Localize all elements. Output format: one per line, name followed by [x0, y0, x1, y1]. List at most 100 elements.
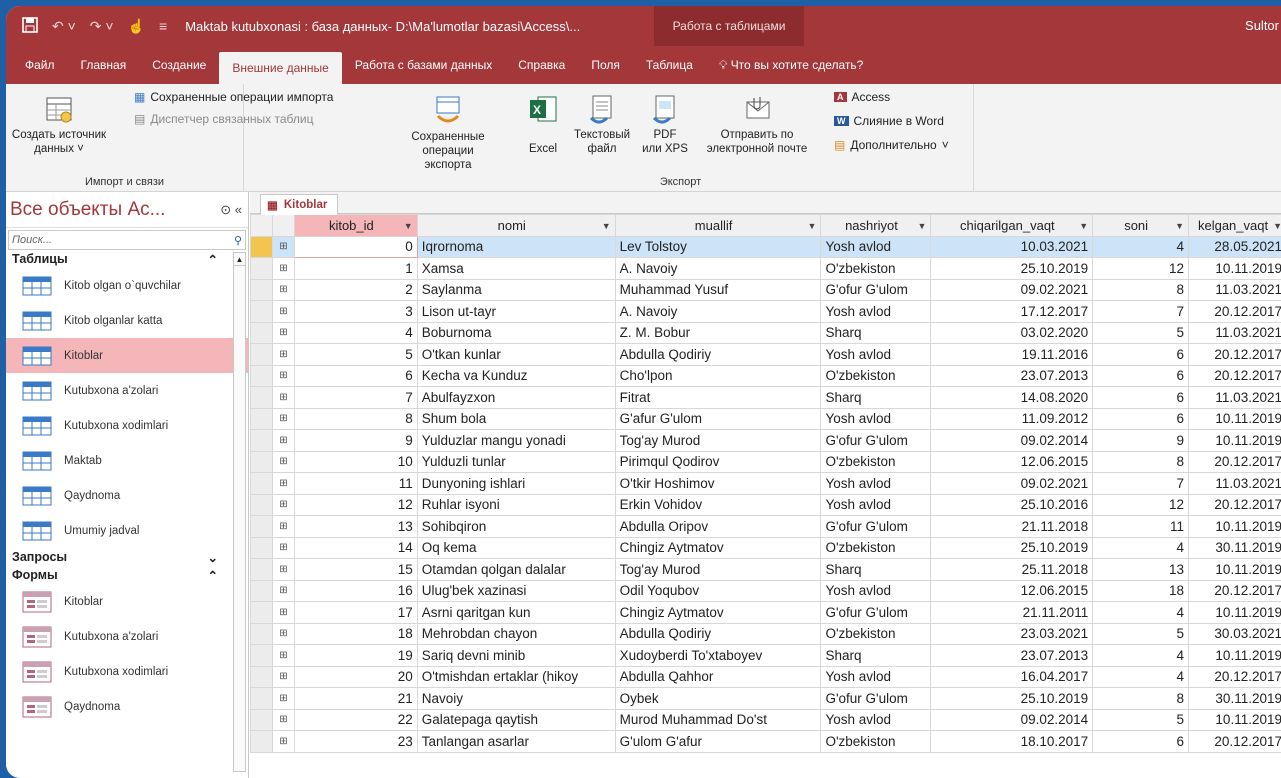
table-cell[interactable]: Fitrat	[614, 386, 822, 409]
table-row[interactable]: ⊞ 20 O'tmishdan ertaklar (hikoy Abdulla Qah…	[250, 665, 1281, 688]
table-cell[interactable]: 8	[293, 407, 418, 430]
table-row[interactable]: ⊞ 3 Lison ut-tayr A. Navoiy Yosh avlod 17.12.…	[250, 300, 1281, 323]
table-cell[interactable]: Mehrobdan chayon	[416, 622, 616, 645]
nav-table-item[interactable]: Kitob olgan o`quvchilar	[6, 268, 248, 303]
table-cell[interactable]: O'zbekiston	[820, 730, 932, 753]
table-cell[interactable]: 19	[293, 644, 418, 667]
nav-table-item[interactable]: Maktab	[6, 443, 248, 478]
table-row[interactable]: ⊞ 2 Saylanma Muhammad Yusuf G'ofur G'ulom 09.…	[250, 278, 1281, 301]
table-cell[interactable]: 18	[293, 622, 418, 645]
table-cell[interactable]: Abdulla Oripov	[614, 515, 822, 538]
table-cell[interactable]: 09.02.2014	[930, 429, 1094, 452]
row-selector[interactable]	[250, 407, 273, 430]
tab-fields[interactable]: Поля	[578, 46, 633, 84]
table-cell[interactable]: G'afur G'ulom	[614, 407, 822, 430]
table-cell[interactable]: 20	[293, 665, 418, 688]
touch-mode-icon[interactable]: ☝	[128, 18, 145, 35]
select-all-corner[interactable]	[250, 214, 273, 237]
row-selector[interactable]	[250, 364, 273, 387]
table-cell[interactable]: 10.11.2019	[1188, 644, 1281, 667]
table-cell[interactable]: Yosh avlod	[820, 665, 932, 688]
table-cell[interactable]: 15	[293, 558, 418, 581]
nav-form-item[interactable]: Qaydnoma	[6, 689, 248, 724]
table-cell[interactable]: Shum bola	[416, 407, 616, 430]
table-cell[interactable]: 10.11.2019	[1188, 257, 1281, 280]
table-cell[interactable]: 11.03.2021	[1188, 472, 1281, 495]
table-cell[interactable]: G'ofur G'ulom	[820, 515, 932, 538]
table-cell[interactable]: Navoiy	[416, 687, 616, 710]
table-row[interactable]: ⊞ 15 Otamdan qolgan dalalar Tog'ay Murod Sha…	[250, 558, 1281, 581]
table-cell[interactable]: G'ofur G'ulom	[820, 429, 932, 452]
table-cell[interactable]: O'zbekiston	[820, 536, 932, 559]
saved-exports-button[interactable]: Сохраненные операции экспорта	[398, 94, 498, 172]
section-forms[interactable]: Формы ⌃	[6, 566, 248, 584]
table-row[interactable]: ⊞ 22 Galatepaga qaytish Murod Muhammad Do's…	[250, 708, 1281, 731]
table-cell[interactable]: 5	[293, 343, 418, 366]
tell-me-box[interactable]: 💡︎ Что вы хотите сделать?	[706, 46, 876, 84]
table-cell[interactable]: G'ofur G'ulom	[820, 601, 932, 624]
nav-table-item[interactable]: Kutubxona xodimlari	[6, 408, 248, 443]
export-more-button[interactable]: ▤ Дополнительно ˅	[834, 138, 949, 152]
table-cell[interactable]: 11.03.2021	[1188, 321, 1281, 344]
table-cell[interactable]: Xamsa	[416, 257, 616, 280]
tab-help[interactable]: Справка	[505, 46, 578, 84]
table-cell[interactable]: 14.08.2020	[930, 386, 1094, 409]
column-header[interactable]: muallif ▼	[614, 214, 822, 237]
table-cell[interactable]: Chingiz Aytmatov	[614, 601, 822, 624]
table-cell[interactable]: Tog'ay Murod	[614, 429, 822, 452]
table-cell[interactable]: 22	[293, 708, 418, 731]
tab-external-data[interactable]: Внешние данные	[219, 52, 342, 84]
column-header[interactable]: chiqarilgan_vaqt ▼	[930, 214, 1094, 237]
table-row[interactable]: ⊞ 9 Yulduzlar mangu yonadi Tog'ay Murod G'of…	[250, 429, 1281, 452]
table-cell[interactable]: 18.10.2017	[930, 730, 1094, 753]
customize-icon[interactable]: ≡	[159, 18, 167, 34]
table-cell[interactable]: Dunyoning ishlari	[416, 472, 616, 495]
table-cell[interactable]: 6	[1092, 386, 1189, 409]
column-header[interactable]: soni ▼	[1092, 214, 1189, 237]
table-cell[interactable]: Abulfayzxon	[416, 386, 616, 409]
table-cell[interactable]: O'zbekiston	[820, 364, 932, 387]
save-icon[interactable]	[22, 16, 38, 36]
table-cell[interactable]: Iqrornoma	[416, 235, 616, 258]
table-cell[interactable]: 13	[293, 515, 418, 538]
row-selector[interactable]	[250, 321, 273, 344]
table-cell[interactable]: Tanlangan asarlar	[416, 730, 616, 753]
table-cell[interactable]: Sharq	[820, 321, 932, 344]
table-cell[interactable]: Chingiz Aytmatov	[614, 536, 822, 559]
table-cell[interactable]: O'zbekiston	[820, 450, 932, 473]
table-cell[interactable]: 6	[1092, 407, 1189, 430]
expand-row-icon[interactable]: ⊞	[271, 343, 295, 366]
table-cell[interactable]: 17	[293, 601, 418, 624]
table-cell[interactable]: Abdulla Qodiriy	[614, 622, 822, 645]
table-cell[interactable]: A. Navoiy	[614, 257, 822, 280]
table-cell[interactable]: 20.12.2017	[1188, 343, 1281, 366]
table-cell[interactable]: 5	[1092, 321, 1189, 344]
table-cell[interactable]: 25.10.2019	[930, 687, 1094, 710]
table-cell[interactable]: Oybek	[614, 687, 822, 710]
table-cell[interactable]: 6	[1092, 730, 1189, 753]
expand-row-icon[interactable]: ⊞	[271, 321, 295, 344]
doc-tab-kitoblar[interactable]: ▦ Kitoblar	[260, 194, 339, 215]
table-cell[interactable]: Asrni qaritgan kun	[416, 601, 616, 624]
table-cell[interactable]: 7	[1092, 300, 1189, 323]
table-cell[interactable]: Otamdan qolgan dalalar	[416, 558, 616, 581]
new-data-source-button[interactable]: Создать источник данных ˅	[8, 96, 110, 156]
table-row[interactable]: ⊞ 13 Sohibqiron Abdulla Oripov G'ofur G'ulom…	[250, 515, 1281, 538]
row-selector[interactable]	[250, 450, 273, 473]
table-cell[interactable]: 12.06.2015	[930, 579, 1094, 602]
nav-table-item[interactable]: Umumiy jadval	[6, 513, 248, 548]
nav-scrollbar[interactable]: ▲	[233, 252, 246, 772]
table-cell[interactable]: 19.11.2016	[930, 343, 1094, 366]
expand-row-icon[interactable]: ⊞	[271, 450, 295, 473]
table-cell[interactable]: Saylanma	[416, 278, 616, 301]
table-cell[interactable]: 10.11.2019	[1188, 407, 1281, 430]
table-cell[interactable]: Sariq devni minib	[416, 644, 616, 667]
table-row[interactable]: ⊞ 16 Ulug'bek xazinasi Odil Yoqubov Yosh avl…	[250, 579, 1281, 602]
table-cell[interactable]: 7	[1092, 472, 1189, 495]
nav-menu-icon[interactable]: ⊙	[220, 202, 231, 217]
tab-database-tools[interactable]: Работа с базами данных	[342, 46, 505, 84]
table-cell[interactable]: Yulduzli tunlar	[416, 450, 616, 473]
table-cell[interactable]: O'tmishdan ertaklar (hikoy	[416, 665, 616, 688]
table-cell[interactable]: 28.05.2021	[1188, 235, 1281, 258]
table-cell[interactable]: A. Navoiy	[614, 300, 822, 323]
